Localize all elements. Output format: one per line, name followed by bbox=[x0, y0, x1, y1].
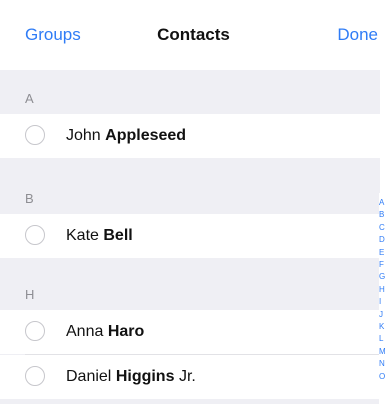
done-button[interactable]: Done bbox=[337, 25, 378, 45]
contact-first-name: Anna bbox=[66, 323, 104, 340]
index-letter-e[interactable]: E bbox=[379, 248, 387, 258]
contact-first-name: John bbox=[66, 127, 101, 144]
contact-name: John Appleseed bbox=[66, 127, 186, 145]
section-letter: H bbox=[25, 287, 35, 302]
selection-radio[interactable] bbox=[25, 125, 45, 145]
index-letter-g[interactable]: G bbox=[379, 272, 387, 282]
contact-row-john-appleseed[interactable]: John Appleseed bbox=[0, 114, 380, 158]
index-letter-i[interactable]: I bbox=[379, 297, 387, 307]
section-header-a: A bbox=[0, 70, 380, 114]
contact-last-name: Higgins bbox=[115, 368, 175, 385]
navigation-bar: Groups Contacts Done bbox=[0, 0, 387, 70]
contacts-list[interactable]: A John Appleseed B Kate Bell H Anna Haro… bbox=[0, 70, 380, 404]
section-header-h: H bbox=[0, 258, 380, 310]
contact-last-name: Haro bbox=[107, 323, 145, 340]
index-letter-h[interactable]: H bbox=[379, 285, 387, 295]
index-letter-l[interactable]: L bbox=[379, 334, 387, 344]
contact-row-daniel-higgins[interactable]: Daniel Higgins Jr. bbox=[0, 355, 380, 399]
selection-radio[interactable] bbox=[25, 366, 45, 386]
index-letter-f[interactable]: F bbox=[379, 260, 387, 270]
index-letter-d[interactable]: D bbox=[379, 235, 387, 245]
contact-suffix: Jr. bbox=[178, 368, 196, 385]
index-letter-k[interactable]: K bbox=[379, 322, 387, 332]
index-letter-a[interactable]: A bbox=[379, 198, 387, 208]
index-letter-j[interactable]: J bbox=[379, 310, 387, 320]
contact-first-name: Daniel bbox=[66, 368, 112, 385]
section-header-b: B bbox=[0, 158, 380, 214]
index-letter-m[interactable]: M bbox=[379, 347, 387, 357]
contact-name: Daniel Higgins Jr. bbox=[66, 368, 196, 386]
contact-row-kate-bell[interactable]: Kate Bell bbox=[0, 214, 380, 258]
section-letter: A bbox=[25, 91, 34, 106]
index-letter-n[interactable]: N bbox=[379, 359, 387, 369]
index-letter-c[interactable]: C bbox=[379, 223, 387, 233]
contact-last-name: Bell bbox=[103, 227, 133, 244]
contact-row-anna-haro[interactable]: Anna Haro bbox=[0, 310, 380, 354]
section-letter: B bbox=[25, 191, 34, 206]
index-letter-o[interactable]: O bbox=[379, 372, 387, 382]
selection-radio[interactable] bbox=[25, 225, 45, 245]
page-title: Contacts bbox=[157, 25, 230, 44]
contact-name: Anna Haro bbox=[66, 323, 144, 341]
selection-radio[interactable] bbox=[25, 321, 45, 341]
contact-first-name: Kate bbox=[66, 227, 99, 244]
index-letter-b[interactable]: B bbox=[379, 210, 387, 220]
contact-last-name: Appleseed bbox=[105, 127, 187, 144]
section-index[interactable]: ABCDEFGHIJKLMNO bbox=[379, 193, 387, 404]
contact-name: Kate Bell bbox=[66, 227, 133, 245]
